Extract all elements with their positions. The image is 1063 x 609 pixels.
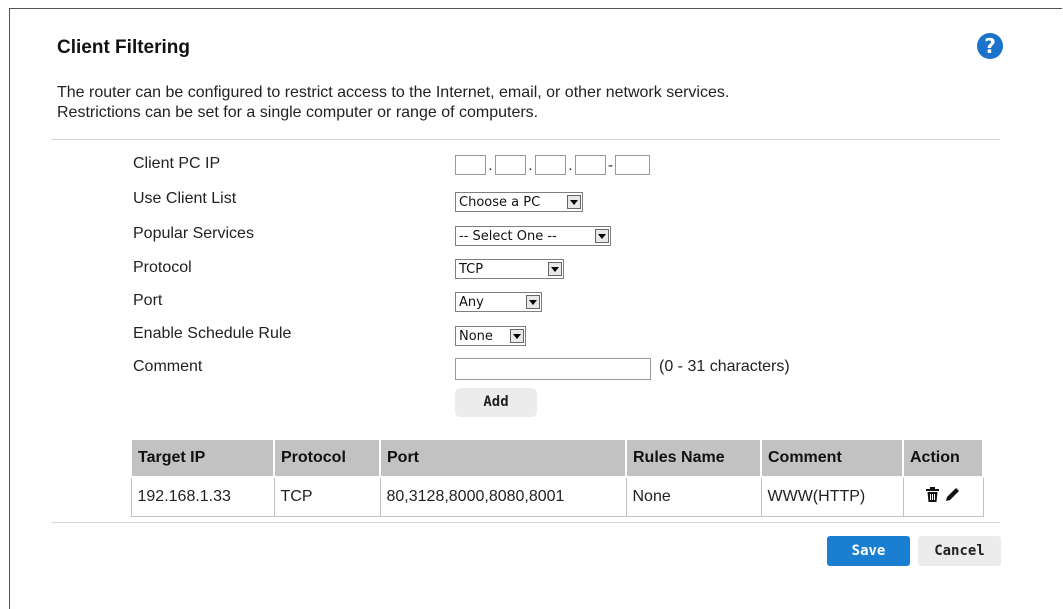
client-list-value: Choose a PC — [459, 194, 541, 210]
comment-hint: (0 - 31 characters) — [659, 358, 790, 375]
column-header-action: Action — [902, 438, 984, 478]
ip-dot: . — [488, 156, 493, 174]
save-button[interactable]: Save — [827, 536, 910, 566]
comment-label: Comment — [133, 358, 203, 375]
ip-octet-2-input[interactable] — [495, 155, 526, 175]
cell-target-ip: 192.168.1.33 — [130, 476, 275, 517]
column-header-rules-name: Rules Name — [625, 438, 762, 478]
ip-dot: . — [528, 156, 533, 174]
column-header-target-ip: Target IP — [130, 438, 275, 478]
port-label: Port — [133, 292, 163, 309]
ip-octet-4-input[interactable] — [575, 155, 606, 175]
cell-rules-name: None — [625, 476, 762, 517]
ip-range-end-input[interactable] — [615, 155, 650, 175]
chevron-down-icon — [595, 229, 609, 243]
column-header-protocol: Protocol — [273, 438, 381, 478]
client-list-select[interactable]: Choose a PC — [455, 192, 583, 212]
table-header-row: Target IP Protocol Port Rules Name Comme… — [130, 438, 984, 478]
rules-table: Target IP Protocol Port Rules Name Comme… — [130, 438, 984, 517]
protocol-value: TCP — [459, 261, 484, 277]
cell-comment: WWW(HTTP) — [760, 476, 904, 517]
client-pc-ip-label: Client PC IP — [133, 155, 221, 172]
trash-icon[interactable] — [926, 487, 939, 507]
port-value: Any — [459, 294, 484, 310]
help-icon[interactable]: ? — [977, 33, 1003, 59]
cell-protocol: TCP — [273, 476, 381, 517]
popular-services-value: -- Select One -- — [459, 228, 557, 244]
description-line-1: The router can be configured to restrict… — [57, 84, 730, 101]
client-pc-ip-group: ... - — [455, 155, 650, 175]
chevron-down-icon — [526, 295, 540, 309]
popular-services-select[interactable]: -- Select One -- — [455, 226, 611, 246]
schedule-rule-select[interactable]: None — [455, 326, 526, 346]
description-line-2: Restrictions can be set for a single com… — [57, 104, 539, 121]
chevron-down-icon — [510, 329, 524, 343]
schedule-rule-value: None — [459, 328, 493, 344]
page-title: Client Filtering — [57, 37, 190, 58]
table-row: 192.168.1.33 TCP 80,3128,8000,8080,8001 … — [130, 476, 984, 517]
chevron-down-icon — [548, 262, 562, 276]
column-header-port: Port — [379, 438, 627, 478]
column-header-comment: Comment — [760, 438, 904, 478]
popular-services-label: Popular Services — [133, 225, 254, 242]
ip-octet-3-input[interactable] — [535, 155, 566, 175]
add-button[interactable]: Add — [455, 388, 537, 417]
port-select[interactable]: Any — [455, 292, 542, 312]
chevron-down-icon — [567, 195, 581, 209]
protocol-label: Protocol — [133, 259, 192, 276]
cell-action — [902, 476, 984, 517]
ip-dash: - — [608, 156, 613, 174]
ip-octet-1-input[interactable] — [455, 155, 486, 175]
protocol-select[interactable]: TCP — [455, 259, 564, 279]
pencil-icon[interactable] — [945, 487, 960, 507]
divider-top — [52, 139, 1000, 140]
page-description: The router can be configured to restrict… — [57, 83, 997, 123]
ip-dot: . — [568, 156, 573, 174]
cell-port: 80,3128,8000,8080,8001 — [379, 476, 627, 517]
comment-input[interactable] — [455, 358, 651, 380]
divider-bottom — [52, 522, 1000, 523]
schedule-rule-label: Enable Schedule Rule — [133, 325, 292, 342]
cancel-button[interactable]: Cancel — [918, 536, 1001, 566]
use-client-list-label: Use Client List — [133, 190, 237, 207]
